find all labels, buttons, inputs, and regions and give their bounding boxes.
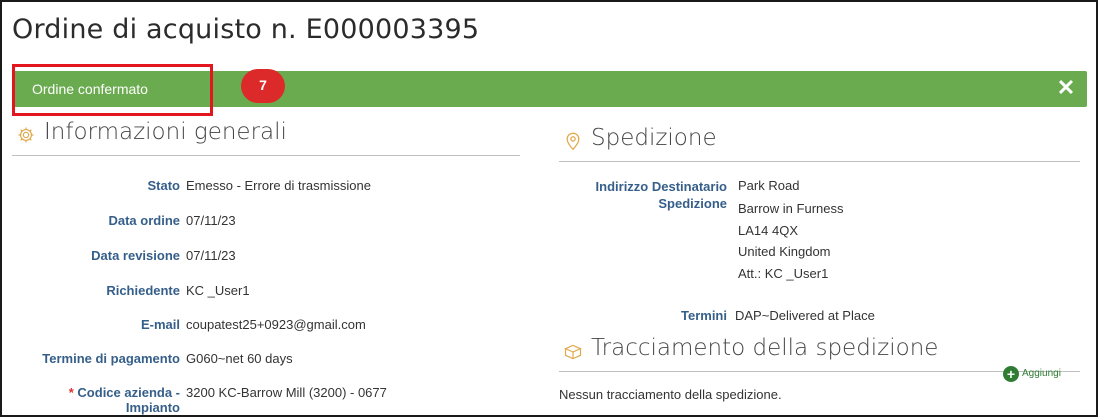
field-label: E-mail bbox=[140, 317, 180, 332]
field-value: coupatest25+0923@gmail.com bbox=[186, 317, 366, 332]
field-label: Stato bbox=[147, 178, 181, 193]
field-label-line2: Impianto bbox=[125, 400, 180, 415]
field-label: Data ordine bbox=[108, 213, 180, 228]
page-title: Ordine di acquisto n. E000003395 bbox=[12, 14, 480, 45]
tracking-empty-text: Nessun tracciamento della spedizione. bbox=[559, 387, 782, 402]
field-label: Termine di pagamento bbox=[42, 351, 180, 366]
address-line: United Kingdom bbox=[738, 244, 831, 259]
field-value: DAP~Delivered at Place bbox=[735, 308, 875, 323]
shipping-title: Spedizione bbox=[591, 125, 717, 151]
gear-icon bbox=[18, 127, 34, 143]
general-info-title: Informazioni generali bbox=[44, 119, 287, 145]
field-label: * Codice azienda - Impianto bbox=[2, 385, 180, 415]
field-value: Emesso - Errore di trasmissione bbox=[186, 178, 371, 193]
purchase-order-page: Ordine di acquisto n. E000003395 Ordine … bbox=[0, 0, 1098, 417]
highlight-box bbox=[12, 64, 213, 116]
tracking-header: Tracciamento della spedizione bbox=[559, 332, 1080, 372]
field-label: Termini bbox=[681, 308, 727, 323]
field-label-line1: Codice azienda - bbox=[77, 385, 180, 400]
shipping-header: Spedizione bbox=[559, 122, 1080, 162]
field-label: Indirizzo Destinatario Spedizione bbox=[549, 178, 727, 212]
required-marker: * bbox=[68, 385, 74, 400]
address-line: LA14 4QX bbox=[738, 223, 798, 238]
package-icon bbox=[564, 344, 582, 360]
field-value: 07/11/23 bbox=[186, 248, 236, 263]
address-line: Barrow in Furness bbox=[738, 201, 844, 216]
field-value: 3200 KC-Barrow Mill (3200) - 0677 bbox=[186, 385, 387, 400]
field-label: Richiedente bbox=[106, 283, 180, 298]
field-value: G060~net 60 days bbox=[186, 351, 293, 366]
step-badge: 7 bbox=[241, 69, 285, 103]
general-info-header: Informazioni generali bbox=[12, 116, 520, 156]
field-value: KC _User1 bbox=[186, 283, 250, 298]
field-value: 07/11/23 bbox=[186, 213, 236, 228]
field-label-line1: Indirizzo Destinatario bbox=[595, 179, 727, 194]
plus-icon[interactable]: + bbox=[1003, 366, 1019, 382]
map-pin-icon bbox=[566, 132, 580, 151]
tracking-title: Tracciamento della spedizione bbox=[591, 335, 939, 361]
close-icon[interactable]: ✕ bbox=[1053, 75, 1079, 101]
address-line: Park Road bbox=[738, 178, 800, 193]
field-label: Data revisione bbox=[91, 248, 180, 263]
address-line: Att.: KC _User1 bbox=[738, 266, 829, 281]
field-label-line2: Spedizione bbox=[658, 196, 727, 211]
add-tracking-label[interactable]: Aggiungi bbox=[1022, 368, 1061, 379]
